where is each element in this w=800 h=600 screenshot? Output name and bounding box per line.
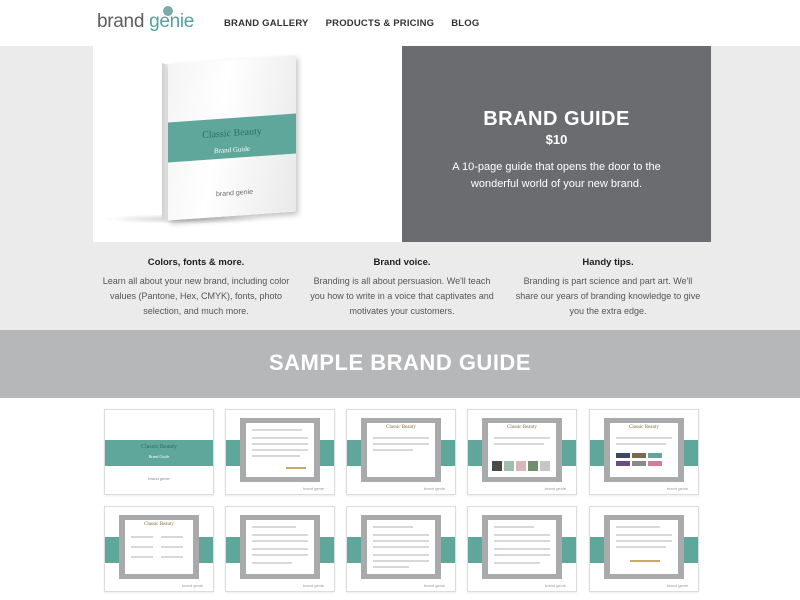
feature-title: Handy tips. [582,257,634,268]
sample-banner: SAMPLE BRAND GUIDE [0,330,800,398]
feature-text: Branding is part science and part art. W… [515,276,701,316]
genie-lamp-icon [163,6,173,16]
page-logo: brand genie [423,486,445,491]
nav-products-pricing[interactable]: PRODUCTS & PRICING [326,18,435,29]
page-header: Classic Beauty [386,425,416,430]
cover-subtitle: Brand Guide [148,454,170,459]
page-logo: brand genie [181,583,203,588]
brand-guide-book-image: Classic Beauty Brand Guide brand genie [93,46,402,242]
cover-logo: brand genie [148,476,170,481]
sample-page-6[interactable]: Classic Beauty brand genie [104,506,214,592]
sample-page-9[interactable]: brand genie [467,506,577,592]
site-header: brand genie BRAND GALLERY PRODUCTS & PRI… [0,0,800,47]
brand-genie-logo[interactable]: brand genie [97,6,194,33]
page-content: Classic Beauty [488,423,556,477]
page-content: Classic Beauty [125,520,193,574]
product-price: $10 [545,132,568,147]
main-nav: BRAND GALLERY PRODUCTS & PRICING BLOG [224,18,479,29]
page-logo: brand genie [423,583,445,588]
page-logo: brand genie [666,486,688,491]
brand-guide-panel: BRAND GUIDE $10 A 10-page guide that ope… [402,46,711,242]
feature-title: Brand voice. [373,257,431,268]
nav-blog[interactable]: BLOG [451,18,479,29]
feature-title: Colors, fonts & more. [147,257,245,268]
product-title: BRAND GUIDE [483,108,630,130]
page-logo: brand genie [302,486,324,491]
logo-brand-text: brand [97,11,150,32]
feature-brand-voice: Brand voice. Branding is all about persu… [307,257,497,319]
product-description: A 10-page guide that opens the door to t… [452,161,661,190]
page-content [610,520,678,574]
feature-text: Branding is all about persuasion. We'll … [310,276,494,316]
sample-page-10[interactable]: brand genie [589,506,699,592]
sample-page-8[interactable]: brand genie [346,506,456,592]
page-logo: brand genie [666,583,688,588]
sample-page-5[interactable]: Classic Beauty brand genie [589,409,699,495]
page-header: Classic Beauty [144,522,174,527]
feature-text: Learn all about your new brand, includin… [102,276,290,316]
sample-page-1[interactable]: Classic Beauty Brand Guide brand genie [104,409,214,495]
sample-page-7[interactable]: brand genie [225,506,335,592]
sample-page-2[interactable]: brand genie [225,409,335,495]
nav-brand-gallery[interactable]: BRAND GALLERY [224,18,309,29]
page-header: Classic Beauty [507,425,537,430]
sample-page-4[interactable]: Classic Beauty brand genie [467,409,577,495]
cover-title: Classic Beauty [141,444,177,450]
page-content [246,520,314,574]
feature-colors-fonts: Colors, fonts & more. Learn all about yo… [101,257,291,319]
page-content: Classic Beauty [610,423,678,477]
page-content [246,423,314,477]
book-cover: Classic Beauty Brand Guide brand genie [162,55,296,221]
sample-banner-title: SAMPLE BRAND GUIDE [268,350,531,375]
sample-page-3[interactable]: Classic Beauty brand genie [346,409,456,495]
page-logo: brand genie [544,583,566,588]
page-header: Classic Beauty [629,425,659,430]
sample-pages-grid: Classic Beauty Brand Guide brand genie b… [0,398,800,600]
page-content [367,520,435,574]
page-content [488,520,556,574]
page-logo: brand genie [302,583,324,588]
page-logo: brand genie [544,486,566,491]
page-content: Classic Beauty [367,423,435,477]
feature-handy-tips: Handy tips. Branding is part science and… [513,257,703,319]
